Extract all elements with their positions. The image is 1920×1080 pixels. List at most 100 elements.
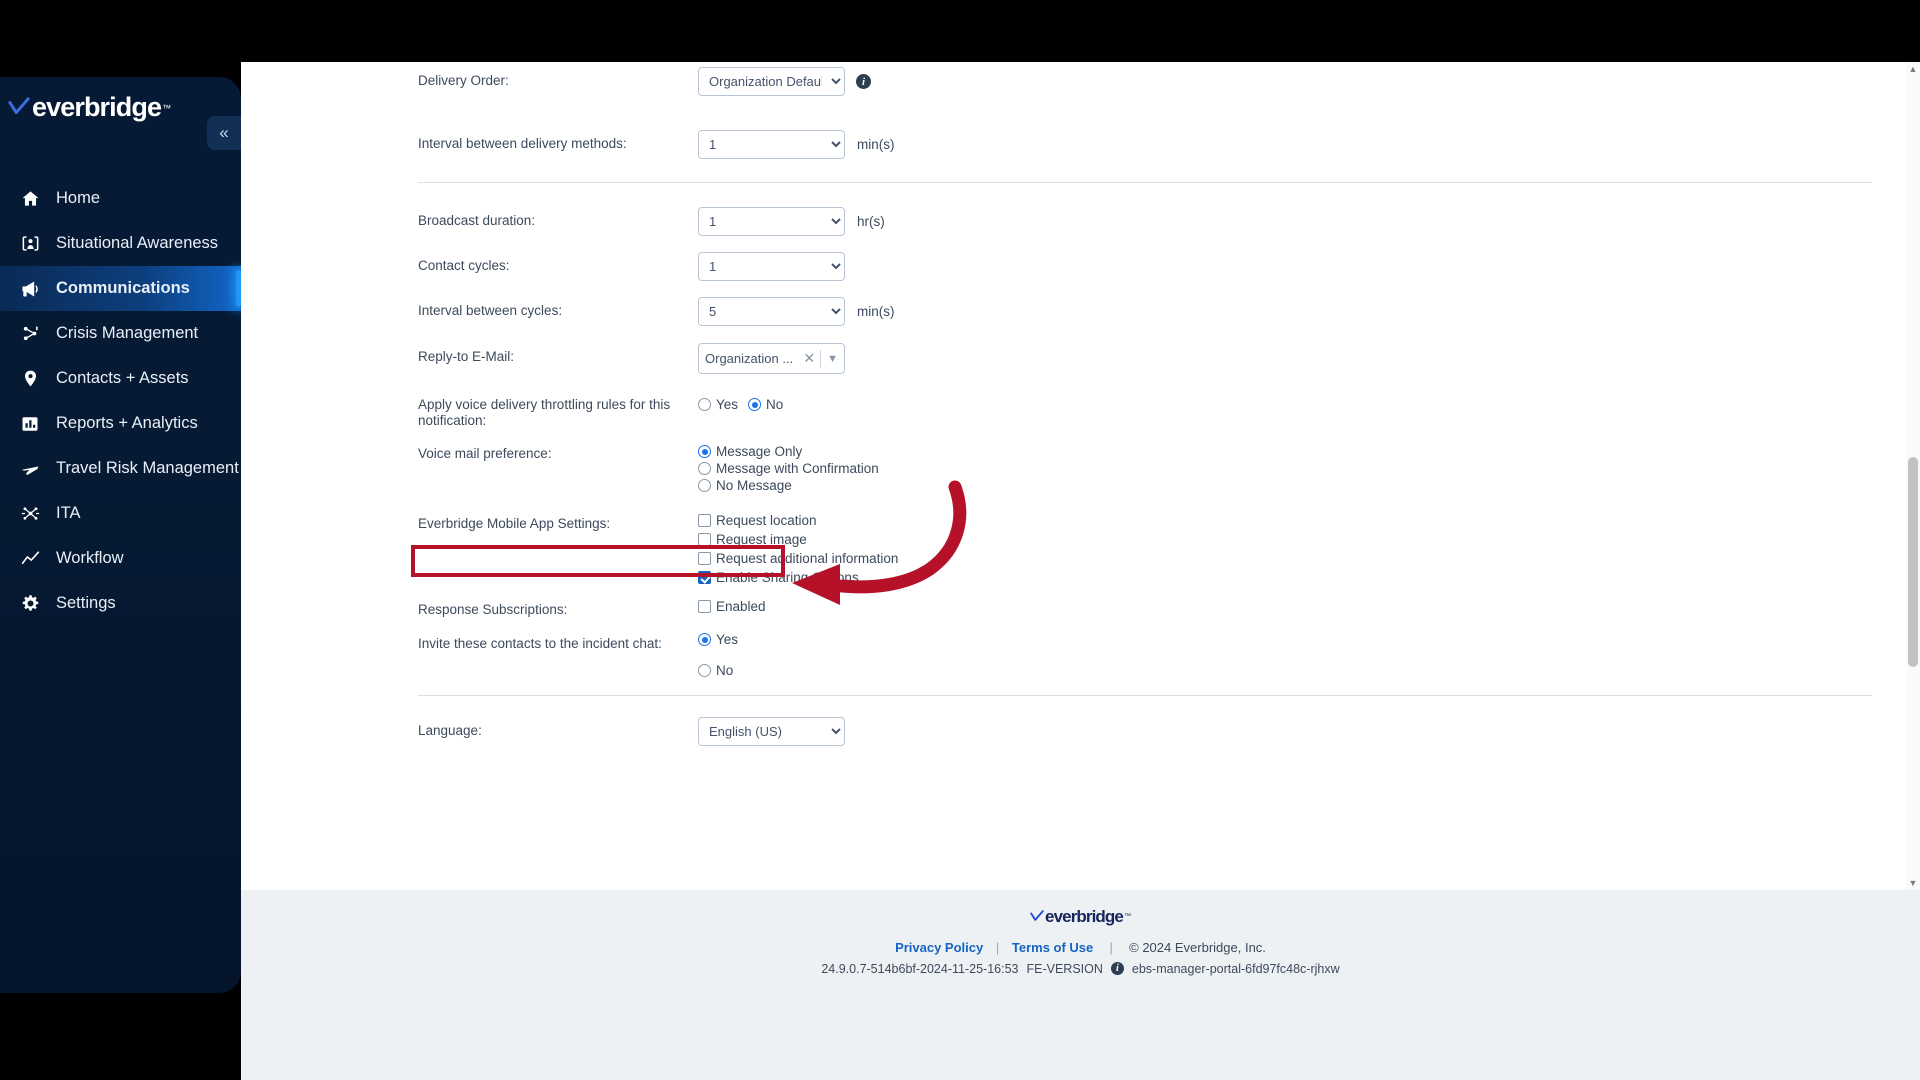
checkbox[interactable]: [698, 552, 711, 565]
interval-delivery-methods-select[interactable]: 1: [698, 130, 845, 159]
footer-logo: everbridge ™: [1030, 908, 1131, 925]
notification-settings-form: Delivery Order: Organization Default i I…: [241, 62, 1920, 746]
scrollbar-thumb[interactable]: [1908, 457, 1918, 667]
option-label: Request additional information: [716, 551, 899, 566]
scroll-up-arrow-icon[interactable]: ▲: [1906, 62, 1920, 76]
scroll-down-arrow-icon[interactable]: ▼: [1906, 876, 1920, 890]
fe-version-label: FE-VERSION: [1026, 961, 1103, 976]
mobile-option-request-image[interactable]: Request image: [698, 532, 898, 547]
mobile-option-request-location[interactable]: Request location: [698, 513, 898, 528]
mobile-option-enable-sharing-options[interactable]: Enable Sharing Options: [698, 570, 898, 585]
response-subscriptions-option-enabled[interactable]: Enabled: [698, 596, 766, 614]
footer-logo-text: everbridge: [1045, 907, 1124, 926]
logo-trademark: ™: [162, 102, 172, 113]
radio-button[interactable]: [698, 633, 711, 646]
sidebar-item-workflow[interactable]: Workflow: [0, 536, 241, 581]
everbridge-logo: everbridge ™: [8, 94, 171, 121]
option-label: Yes: [716, 632, 739, 647]
voicemail-option-message-with-confirmation[interactable]: Message with Confirmation: [698, 461, 879, 476]
radio-button[interactable]: [698, 462, 711, 475]
sidebar-item-label: Home: [56, 189, 101, 207]
radio-button[interactable]: [698, 664, 711, 677]
main-content: Delivery Order: Organization Default i I…: [241, 62, 1920, 890]
close-icon[interactable]: ✕: [798, 350, 820, 367]
field-interval-between-cycles: Interval between cycles: 5 min(s): [241, 281, 1920, 326]
unit-label: min(s): [857, 304, 895, 319]
reply-to-email-value: Organization ...: [705, 351, 794, 366]
privacy-policy-link[interactable]: Privacy Policy: [895, 940, 983, 955]
option-label: Enabled: [716, 599, 766, 614]
terms-of-use-link[interactable]: Terms of Use: [1012, 940, 1093, 955]
chevron-down-icon[interactable]: ▼: [821, 353, 844, 365]
contact-cycles-select[interactable]: 1: [698, 252, 845, 281]
option-label: No: [716, 663, 734, 678]
option-label: No: [766, 397, 784, 412]
field-label: Voice mail preference:: [418, 446, 552, 461]
sidebar-item-label: Travel Risk Management: [56, 459, 239, 477]
checkbox[interactable]: [698, 600, 711, 613]
field-label: Response Subscriptions:: [418, 602, 568, 617]
sidebar-item-label: Situational Awareness: [56, 234, 219, 252]
field-label: Language:: [418, 723, 482, 738]
checkbox[interactable]: [698, 514, 711, 527]
sidebar-item-travel-risk-management[interactable]: Travel Risk Management: [0, 446, 241, 491]
home-icon: [18, 188, 42, 210]
checkbox[interactable]: [698, 571, 711, 584]
language-select[interactable]: English (US): [698, 717, 845, 746]
sidebar-item-label: Reports + Analytics: [56, 414, 198, 432]
field-incident-chat: Invite these contacts to the incident ch…: [241, 618, 1920, 678]
field-label: Invite these contacts to the incident ch…: [418, 636, 662, 651]
situational-awareness-icon: [18, 233, 42, 255]
voice-throttling-option-no[interactable]: No: [748, 397, 783, 412]
broadcast-duration-select[interactable]: 1: [698, 207, 845, 236]
radio-button[interactable]: [748, 398, 762, 411]
sidebar-item-home[interactable]: Home: [0, 176, 241, 221]
sidebar: everbridge ™ « Home Situational Awarenes…: [0, 77, 241, 993]
info-icon[interactable]: i: [856, 74, 871, 89]
sidebar-item-ita[interactable]: ITA: [0, 491, 241, 536]
incident-chat-option-no[interactable]: No: [698, 663, 738, 678]
delivery-order-select[interactable]: Organization Default: [698, 67, 845, 96]
reply-to-email-select[interactable]: Organization ... ✕ ▼: [698, 343, 845, 374]
sidebar-item-reports-analytics[interactable]: Reports + Analytics: [0, 401, 241, 446]
option-label: Enable Sharing Options: [716, 570, 859, 585]
gear-icon: [18, 593, 42, 615]
mobile-option-request-additional-information[interactable]: Request additional information: [698, 551, 898, 566]
footer-separator: |: [995, 939, 1000, 955]
sidebar-collapse-button[interactable]: «: [207, 116, 241, 150]
build-version: 24.9.0.7-514b6bf-2024-11-25-16:53: [821, 961, 1019, 976]
incident-chat-option-yes[interactable]: Yes: [698, 632, 738, 647]
field-reply-to-email: Reply-to E-Mail: Organization ... ✕ ▼: [241, 326, 1920, 374]
unit-label: hr(s): [857, 214, 885, 229]
voicemail-option-message-only[interactable]: Message Only: [698, 444, 879, 459]
sidebar-item-label: Contacts + Assets: [56, 369, 189, 387]
option-label: Message Only: [716, 444, 803, 459]
unit-label: min(s): [857, 137, 895, 152]
field-voice-throttling: Apply voice delivery throttling rules fo…: [241, 374, 1920, 429]
field-broadcast-duration: Broadcast duration: 1 hr(s): [241, 183, 1920, 236]
radio-button[interactable]: [698, 479, 711, 492]
radio-button[interactable]: [698, 445, 711, 458]
option-label: No Message: [716, 478, 792, 493]
field-label: Broadcast duration:: [418, 213, 536, 228]
megaphone-icon: [18, 278, 42, 300]
crisis-management-icon: [18, 323, 42, 345]
footer-logo-trademark: ™: [1123, 913, 1131, 920]
info-icon[interactable]: i: [1110, 962, 1124, 975]
sidebar-item-settings[interactable]: Settings: [0, 581, 241, 626]
footer: everbridge ™ Privacy Policy | Terms of U…: [241, 890, 1920, 1080]
sidebar-item-situational-awareness[interactable]: Situational Awareness: [0, 221, 241, 266]
app-root: everbridge ™ « Home Situational Awarenes…: [0, 0, 1920, 1080]
voice-throttling-option-yes[interactable]: Yes: [698, 397, 738, 412]
interval-between-cycles-select[interactable]: 5: [698, 297, 845, 326]
checkbox[interactable]: [698, 533, 711, 546]
sidebar-item-label: Communications: [56, 279, 190, 297]
radio-button[interactable]: [698, 398, 711, 411]
field-voice-mail-preference: Voice mail preference: Message Only Mess…: [241, 429, 1920, 493]
option-label: Request location: [716, 513, 817, 528]
sidebar-item-contacts-assets[interactable]: Contacts + Assets: [0, 356, 241, 401]
voicemail-option-no-message[interactable]: No Message: [698, 478, 879, 493]
sidebar-item-crisis-management[interactable]: Crisis Management: [0, 311, 241, 356]
vertical-scrollbar[interactable]: ▲ ▼: [1906, 62, 1920, 890]
sidebar-item-communications[interactable]: Communications: [0, 266, 241, 311]
